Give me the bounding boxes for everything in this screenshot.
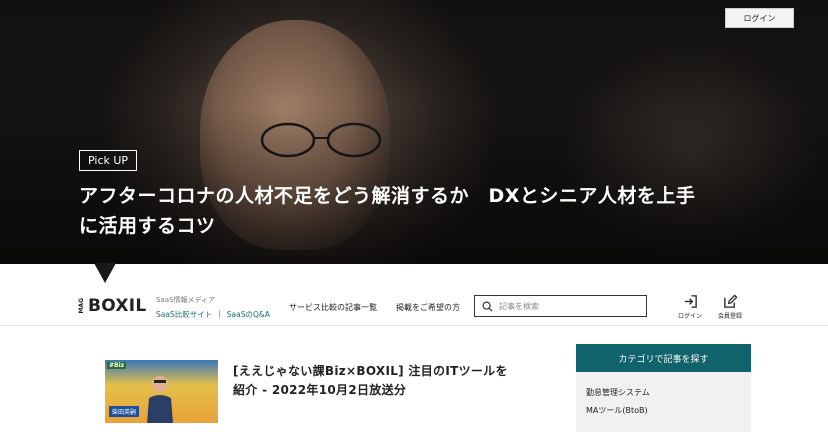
login-button[interactable]: ログイン	[725, 8, 794, 28]
header-login-label: ログイン	[677, 313, 702, 320]
logo-mag-text: MAG	[78, 298, 85, 314]
sidebar-item-ma-tool[interactable]: MAツール(BtoB)	[586, 405, 648, 416]
article-thumbnail[interactable]: #Biz 柴田英嗣	[105, 360, 218, 423]
saas-qa-link[interactable]: SaaSのQ&A	[227, 309, 270, 320]
header-sublinks: SaaS比較サイト | SaaSのQ&A	[156, 309, 270, 320]
sidebar-category-list	[576, 372, 751, 432]
thumbnail-tag: #Biz	[107, 362, 127, 369]
thumbnail-person	[147, 376, 173, 423]
header-login-button[interactable]: ログイン	[675, 294, 705, 320]
thumbnail-nameplate: 柴田英嗣	[109, 406, 140, 417]
boxil-logo[interactable]: MAG BOXIL	[78, 296, 147, 316]
login-icon	[684, 295, 697, 308]
search-box[interactable]	[474, 295, 647, 317]
edit-icon	[723, 294, 737, 308]
header-register-button[interactable]: 会員登録	[715, 294, 745, 320]
logo-boxil-text: BOXIL	[88, 296, 147, 316]
search-icon	[482, 301, 493, 312]
article-title[interactable]: [ええじゃない課Biz×BOXIL] 注目のITツールを 紹介 - 2022年1…	[233, 362, 533, 400]
sidebar-item-attendance[interactable]: 勤怠管理システム	[586, 387, 650, 398]
pickup-badge: Pick UP	[79, 150, 138, 171]
hero-title[interactable]: アフターコロナの人材不足をどう解消するか DXとシニア人材を上手 に活用するコツ	[79, 181, 719, 241]
saas-compare-link[interactable]: SaaS比較サイト	[156, 309, 212, 320]
search-input[interactable]	[499, 301, 639, 311]
sidebar-category-heading: カテゴリで記事を探す	[576, 344, 751, 372]
site-tagline: SaaS情報メディア	[156, 296, 215, 304]
header-register-label: 会員登録	[717, 313, 742, 320]
sublink-separator: |	[218, 309, 221, 318]
nav-article-list[interactable]: サービス比較の記事一覧	[289, 302, 377, 313]
nav-listing-request[interactable]: 掲載をご希望の方	[396, 302, 460, 313]
